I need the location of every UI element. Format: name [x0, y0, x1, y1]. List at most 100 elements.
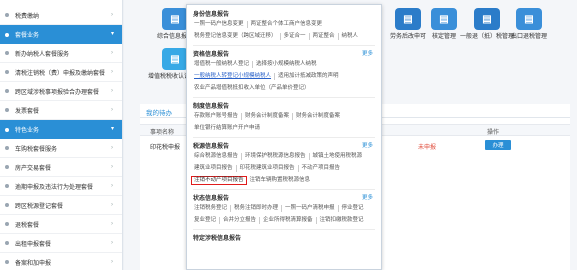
bullet-icon	[5, 127, 9, 132]
menu-link[interactable]: 建筑业项目报告	[191, 165, 237, 172]
sidebar-item[interactable]: 税费缴纳 ›	[0, 6, 122, 25]
more-link[interactable]: 更多	[362, 49, 373, 57]
bullet-icon	[5, 146, 9, 150]
bullet-icon	[5, 241, 9, 245]
sidebar-item[interactable]: 出租申报套餐 ›	[0, 234, 122, 253]
sidebar-item-label: 税费缴纳	[15, 13, 40, 20]
menu-link[interactable]: 增值税一般纳税人登记	[191, 61, 254, 68]
menu-link[interactable]: 财务会计制度备案	[242, 113, 294, 120]
column-header-name: 事项名称	[150, 130, 175, 136]
menu-link[interactable]: 一照一码户信息变更	[191, 21, 248, 28]
menu-link[interactable]: 税务注销即时办理	[231, 205, 283, 212]
sidebar-item[interactable]: 清税注销税（费）申报及缴纳套餐 ›	[0, 63, 122, 82]
chevron-icon: ›	[111, 12, 113, 18]
menu-link[interactable]: 纳税人	[339, 33, 362, 40]
menu-link[interactable]: 合并分立报告	[220, 217, 261, 224]
sidebar-item-label: 特色业务	[15, 128, 40, 134]
menu-link[interactable]: 综合税源信息报告	[191, 153, 243, 160]
sidebar-category[interactable]: 套餐业务 ▾	[0, 25, 122, 44]
menu-link[interactable]: 多证合一	[281, 33, 310, 40]
menu-link[interactable]: 适用加计抵减政策的声明	[275, 73, 342, 80]
sidebar-item-label: 发票套餐	[15, 108, 40, 115]
menu-link[interactable]: 财务会计制度备案	[293, 113, 343, 120]
sidebar-item-label: 退税套餐	[15, 222, 40, 229]
row-status: 未申报	[418, 145, 437, 151]
sidebar-item-label: 车购税套餐服务	[15, 146, 58, 153]
chevron-icon: ›	[111, 202, 113, 208]
menu-link[interactable]: 注销税务登记	[191, 205, 232, 212]
sidebar-item-label: 套餐业务	[15, 33, 40, 39]
sidebar-category[interactable]: 特色业务 ▾	[0, 120, 122, 139]
menu-link[interactable]: 农业产品增值税抵扣收入单位（产品单价登记）	[191, 85, 313, 92]
sidebar-item-label: 出租申报套餐	[15, 241, 52, 248]
chevron-icon: ▾	[111, 126, 115, 132]
menu-link[interactable]: 企业所得税清算报备	[260, 217, 317, 224]
menu-row: 税务登记信息变更（跨区域迁移） 多证合一 两证整合 纳税人	[191, 32, 377, 41]
menu-link[interactable]: 复业登记	[191, 217, 221, 224]
menu-row: 一照一码户信息变更 两证整合个体工商户信息变更	[191, 20, 377, 29]
sidebar: 税费缴纳 › 套餐业务 ▾ 新办纳税人套餐服务 › 清税注销税（费）申报及缴纳套餐 › 跨区域涉…	[0, 0, 123, 270]
bullet-icon	[5, 222, 9, 226]
menu-link[interactable]: 单位银行结算账户开户申请	[191, 125, 263, 132]
tab-my-todo[interactable]: 我的待办	[146, 107, 172, 117]
bullet-icon	[5, 13, 9, 17]
sidebar-item[interactable]: 发票套餐 ›	[0, 101, 122, 120]
sidebar-item-label: 清税注销税（费）申报及缴纳套餐	[15, 70, 106, 77]
menu-link[interactable]: 城镇土地使用税税源	[310, 153, 366, 160]
sidebar-item[interactable]: 逾期申报及违法行为处理套餐 ›	[0, 177, 122, 196]
chevron-icon: ›	[111, 259, 113, 265]
menu-link[interactable]: 环境保护税税源信息报告	[242, 153, 310, 160]
menu-link[interactable]: 不动产项目报告	[299, 165, 344, 172]
menu-divider	[193, 229, 375, 230]
sidebar-item-label: 跨区域涉税事项报验合办理套餐	[15, 89, 100, 96]
menu-row: 综合税源信息报告 环境保护税税源信息报告 城镇土地使用税税源	[191, 152, 377, 161]
menu-section-title: 制度信息报告	[193, 104, 230, 110]
menu-link[interactable]: 一照一码户清税申报	[282, 205, 339, 212]
menu-link[interactable]: 停业登记	[339, 205, 367, 212]
bullet-icon	[5, 184, 9, 188]
sidebar-item[interactable]: 退税套餐 ›	[0, 215, 122, 234]
menu-link[interactable]: 一般纳税人转登记小规模纳税人	[191, 73, 276, 80]
sidebar-item[interactable]: 跨区域涉税事项报验合办理套餐 ›	[0, 82, 122, 101]
sidebar-item-label: 备案和加申报	[15, 260, 52, 267]
function-tile[interactable]: ▤ 出口退税管理	[499, 8, 559, 60]
chevron-icon: ›	[111, 164, 113, 170]
menu-divider	[193, 189, 375, 190]
menu-row: 注销不动产项目报告 注销车辆购置税税源信息	[191, 176, 377, 185]
sidebar-item-label: 新办纳税人套餐服务	[15, 51, 70, 58]
sidebar-item[interactable]: 车购税套餐服务 ›	[0, 139, 122, 158]
menu-row: 一般纳税人转登记小规模纳税人 适用加计抵减政策的声明	[191, 72, 377, 81]
menu-link[interactable]: 注销扣缴税款登记	[317, 217, 367, 224]
menu-link[interactable]: 注销车辆购置税税源信息	[247, 177, 314, 184]
menu-row: 注销税务登记 税务注销即时办理 一照一码户清税申报 停业登记	[191, 204, 377, 213]
refund-icon: ▤	[474, 8, 500, 30]
menu-link[interactable]: 两证整合	[310, 33, 339, 40]
sidebar-item[interactable]: 房产交易套餐 ›	[0, 158, 122, 177]
sidebar-item[interactable]: 新办纳税人套餐服务 ›	[0, 44, 122, 63]
chevron-icon: ›	[111, 183, 113, 189]
menu-section-title: 状态信息报告	[193, 196, 230, 202]
chevron-icon: ›	[111, 50, 113, 56]
menu-link[interactable]: 印花税建筑业项目报告	[237, 165, 299, 172]
tile-label: 核定管理	[431, 34, 456, 40]
row-name: 印花税申报	[150, 145, 181, 151]
menu-section-title: 特定涉税信息报告	[193, 236, 242, 242]
more-link[interactable]: 更多	[362, 193, 373, 201]
chevron-icon: ›	[111, 107, 113, 113]
bullet-icon	[5, 89, 9, 93]
menu-link[interactable]: 存款账户账号报告	[191, 113, 243, 120]
more-link[interactable]: 更多	[362, 141, 373, 149]
chevron-icon: ▾	[111, 31, 115, 37]
sidebar-item[interactable]: 跨区税源登记套餐 ›	[0, 196, 122, 215]
export-icon: ▤	[516, 8, 542, 30]
menu-link[interactable]: 税务登记信息变更（跨区域迁移）	[191, 33, 281, 40]
handle-button[interactable]: 办理	[485, 140, 511, 150]
menu-row: 复业登记 合并分立报告 企业所得税清算报备 注销扣缴税款登记	[191, 216, 377, 225]
chevron-icon: ›	[111, 69, 113, 75]
dropdown-menu: 身份信息报告 一照一码户信息变更 两证整合个体工商户信息变更 税务登记信息变更（跨区域…	[186, 4, 382, 270]
menu-link[interactable]: 选择按小规模纳税人纳税	[253, 61, 320, 68]
menu-link[interactable]: 两证整合个体工商户信息变更	[248, 21, 326, 28]
menu-divider	[193, 137, 375, 138]
sidebar-item[interactable]: 备案和加申报 ›	[0, 253, 122, 270]
menu-link[interactable]: 注销不动产项目报告	[191, 176, 247, 185]
